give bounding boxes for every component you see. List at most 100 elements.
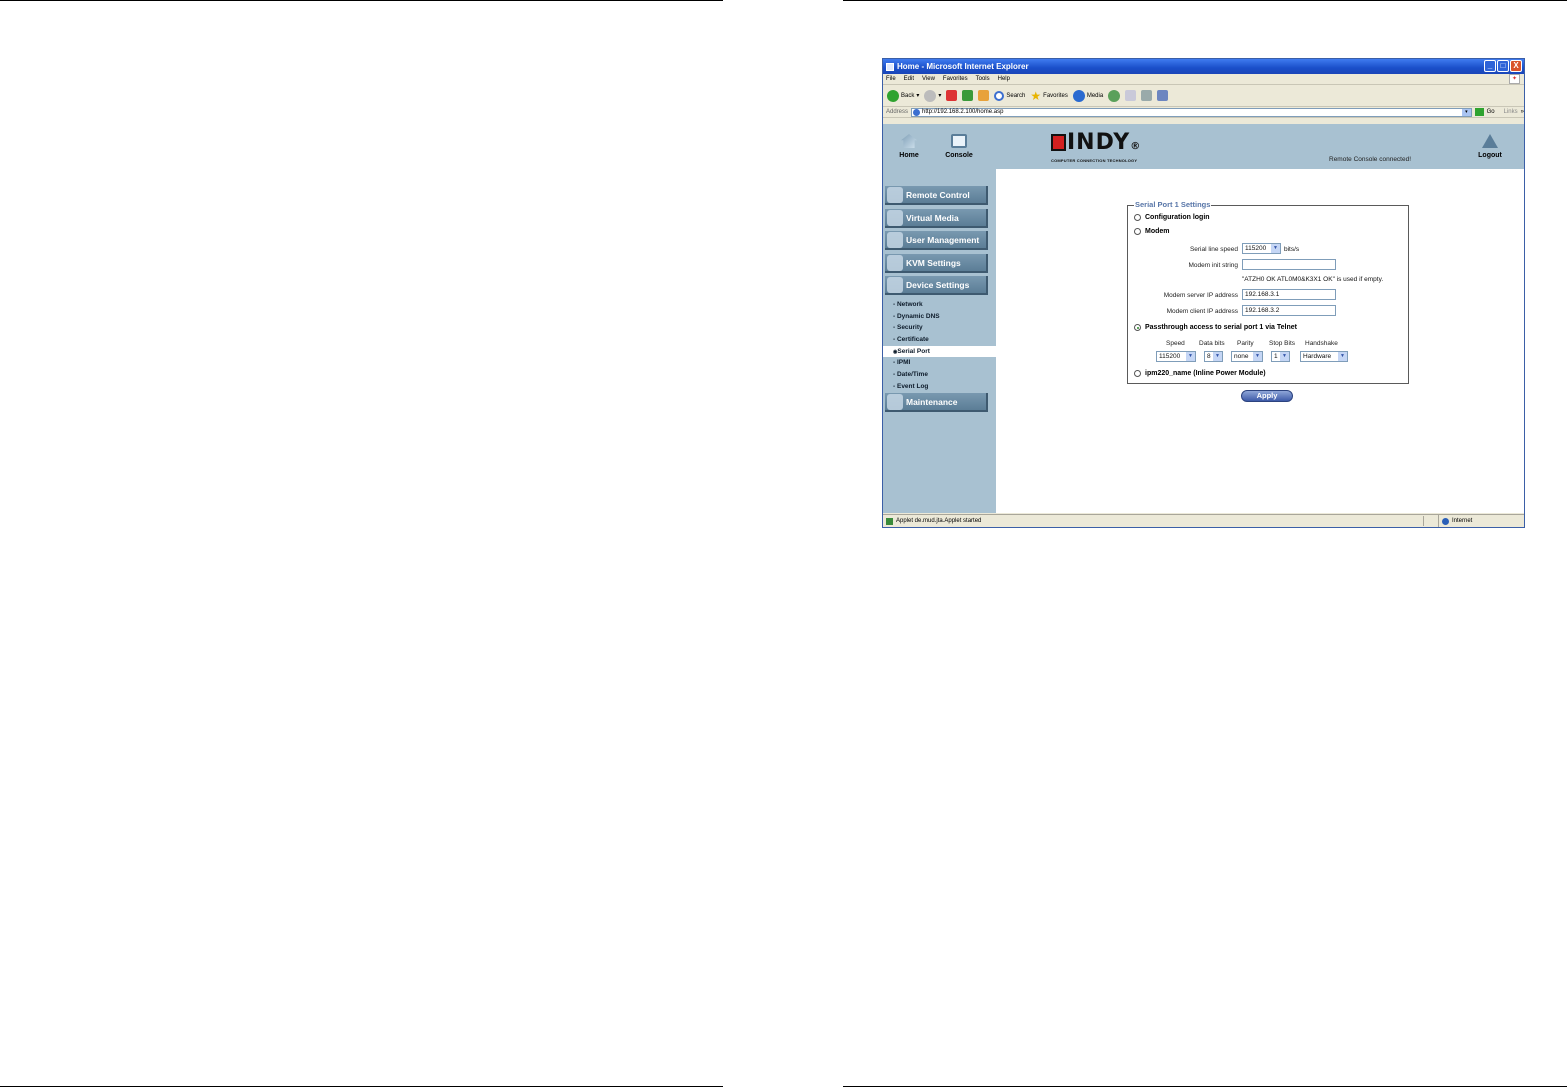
stop-bits-select[interactable]: 1 ▼	[1271, 351, 1290, 362]
init-string-note: "ATZH0 OK ATL0M0&K3X1 OK" is used if emp…	[1242, 276, 1384, 283]
page-bottom-rule-right	[843, 1086, 1567, 1087]
history-icon[interactable]	[1108, 89, 1121, 102]
client-ip-field[interactable]: 192.168.3.2	[1242, 305, 1336, 316]
sidebar-item-event-log[interactable]: Event Log	[883, 381, 996, 393]
print-icon[interactable]	[1141, 90, 1153, 101]
home-icon[interactable]	[978, 90, 990, 101]
serial-speed-label: Serial line speed	[1189, 246, 1238, 253]
refresh-icon[interactable]	[962, 90, 974, 101]
menu-edit[interactable]: Edit	[904, 76, 914, 82]
address-input[interactable]: http://192.168.2.100/home.asp ▾	[911, 107, 1472, 117]
parity-select[interactable]: none ▼	[1231, 351, 1263, 362]
serial-port-settings-group: Serial Port 1 Settings Configuration log…	[1127, 200, 1409, 384]
users-icon	[887, 231, 903, 248]
server-ip-label: Modem server IP address	[1163, 292, 1238, 299]
logo-tagline: COMPUTER CONNECTION TECHNOLOGY	[1051, 158, 1138, 163]
back-button[interactable]: Back ▾	[887, 89, 919, 102]
lindy-logo: INDY® COMPUTER CONNECTION TECHNOLOGY	[1051, 132, 1141, 163]
logout-icon	[1482, 134, 1498, 148]
menu-bar: File Edit View Favorites Tools Help ✦	[883, 74, 1524, 85]
nav-kvm-settings[interactable]: KVM Settings	[885, 254, 988, 273]
console-nav-button[interactable]: Console	[942, 134, 976, 159]
forward-dropdown-icon[interactable]: ▾	[938, 92, 941, 99]
status-text: Applet de.mud.jta.Applet started	[896, 518, 982, 524]
nav-user-management-label: User Management	[906, 234, 980, 245]
radio-ipm[interactable]	[1134, 370, 1141, 377]
nav-maintenance[interactable]: Maintenance	[885, 393, 988, 412]
page-top-rule-left	[0, 0, 723, 1]
windows-logo-icon: ✦	[1509, 74, 1520, 84]
maximize-button[interactable]: □	[1497, 60, 1509, 72]
menu-help[interactable]: Help	[998, 76, 1010, 82]
menu-tools[interactable]: Tools	[976, 76, 990, 82]
links-chevron-icon[interactable]: »	[1521, 109, 1524, 115]
init-string-field[interactable]	[1242, 259, 1336, 270]
settings-legend: Serial Port 1 Settings	[1134, 200, 1212, 209]
option-passthrough[interactable]: Passthrough access to serial port 1 via …	[1134, 324, 1297, 331]
sidebar-item-dynamic-dns[interactable]: Dynamic DNS	[883, 311, 996, 323]
sidebar-item-network[interactable]: Network	[883, 299, 996, 311]
toolbar: Back ▾ ▾ Search ★ Favorites Media	[883, 85, 1524, 107]
search-button[interactable]: Search	[994, 90, 1025, 101]
sidebar-item-date-time[interactable]: Date/Time	[883, 369, 996, 381]
stop-icon[interactable]	[946, 90, 958, 101]
data-bits-select[interactable]: 8 ▼	[1204, 351, 1223, 362]
chevron-down-icon: ▼	[1253, 352, 1262, 361]
browser-window: Home - Microsoft Internet Explorer _ □ X…	[882, 58, 1525, 528]
sidebar-item-certificate[interactable]: Certificate	[883, 334, 996, 346]
page-bottom-rule-left	[0, 1086, 723, 1087]
sidebar-item-serial-port[interactable]: Serial Port	[883, 345, 996, 358]
nav-remote-control[interactable]: Remote Control	[885, 186, 988, 205]
radio-modem[interactable]	[1134, 228, 1141, 235]
close-button[interactable]: X	[1510, 60, 1522, 72]
col-handshake: Handshake	[1305, 340, 1338, 347]
handshake-select[interactable]: Hardware ▼	[1300, 351, 1348, 362]
nav-device-settings[interactable]: Device Settings	[885, 276, 988, 295]
status-divider	[1423, 516, 1424, 526]
title-bar[interactable]: Home - Microsoft Internet Explorer _ □ X	[883, 59, 1524, 74]
go-arrow-icon[interactable]	[1474, 108, 1484, 116]
serial-speed-unit: bits/s	[1284, 246, 1300, 253]
serial-speed-select[interactable]: 115200 ▼	[1242, 243, 1281, 254]
nav-virtual-media-label: Virtual Media	[906, 212, 959, 223]
nav-user-management[interactable]: User Management	[885, 231, 988, 250]
sidebar-item-security[interactable]: Security	[883, 322, 996, 334]
go-button[interactable]: Go	[1487, 109, 1495, 115]
edit-icon[interactable]	[1157, 90, 1169, 101]
minimize-button[interactable]: _	[1484, 60, 1496, 72]
media-button[interactable]: Media	[1072, 89, 1103, 102]
client-ip-label: Modem client IP address	[1166, 308, 1238, 315]
zone-label: Internet	[1452, 518, 1473, 524]
links-label[interactable]: Links	[1504, 109, 1518, 115]
forward-button[interactable]: ▾	[924, 89, 941, 102]
nav-virtual-media[interactable]: Virtual Media	[885, 209, 988, 228]
house-icon	[901, 134, 917, 148]
option-configuration-login[interactable]: Configuration login	[1134, 214, 1210, 221]
stop-bits-value: 1	[1274, 353, 1278, 360]
logout-button[interactable]: Logout	[1473, 134, 1507, 159]
option-modem[interactable]: Modem	[1134, 228, 1170, 235]
home-nav-button[interactable]: Home	[892, 134, 926, 159]
apply-button[interactable]: Apply	[1241, 390, 1293, 402]
speed-select[interactable]: 115200 ▼	[1156, 351, 1196, 362]
mail-icon[interactable]	[1125, 90, 1137, 101]
back-dropdown-icon[interactable]: ▾	[916, 92, 919, 99]
security-zone: Internet	[1438, 515, 1472, 527]
menu-file[interactable]: File	[886, 76, 896, 82]
forward-arrow-icon	[924, 89, 937, 102]
chevron-down-icon: ▼	[1186, 352, 1195, 361]
serial-speed-value: 115200	[1245, 245, 1267, 252]
radio-configuration-login[interactable]	[1134, 214, 1141, 221]
chevron-down-icon: ▼	[1271, 244, 1280, 253]
menu-favorites[interactable]: Favorites	[943, 76, 968, 82]
server-ip-field[interactable]: 192.168.3.1	[1242, 289, 1336, 300]
favorites-button[interactable]: ★ Favorites	[1030, 90, 1067, 102]
menu-view[interactable]: View	[922, 76, 935, 82]
radio-passthrough[interactable]	[1134, 324, 1141, 331]
chevron-down-icon: ▼	[1213, 352, 1222, 361]
address-dropdown-icon[interactable]: ▾	[1461, 108, 1471, 116]
option-ipm-label: ipm220_name (Inline Power Module)	[1145, 370, 1266, 377]
sidebar-item-ipmi[interactable]: IPMI	[883, 357, 996, 369]
option-ipm[interactable]: ipm220_name (Inline Power Module)	[1134, 370, 1266, 377]
search-icon	[994, 90, 1005, 101]
